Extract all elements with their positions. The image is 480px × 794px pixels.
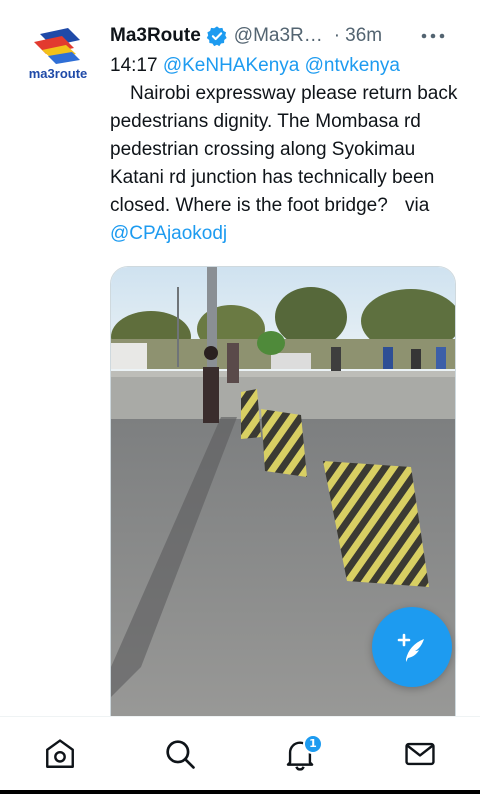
compose-feather-icon bbox=[397, 633, 424, 662]
mention-cpajaokodj[interactable]: @CPAjaokodj bbox=[110, 223, 227, 244]
author-name[interactable]: Ma3Route bbox=[110, 25, 201, 47]
mail-icon bbox=[405, 742, 435, 765]
system-bar bbox=[0, 790, 480, 794]
ma3route-logo: ma3route bbox=[29, 28, 88, 81]
separator-dot: · bbox=[333, 25, 341, 46]
timestamp[interactable]: 36m bbox=[345, 25, 382, 47]
tweet[interactable]: ma3route Ma3Route @Ma3Route · 36m 14:17 … bbox=[0, 0, 480, 716]
mention-kenha[interactable]: @KeNHAKenya bbox=[163, 55, 300, 76]
avatar[interactable]: ma3route bbox=[22, 26, 94, 86]
compose-tweet-button[interactable] bbox=[372, 607, 452, 687]
tweet-time-text: 14:17 bbox=[110, 55, 158, 76]
home-icon bbox=[46, 738, 74, 768]
nav-search[interactable] bbox=[150, 724, 210, 784]
mention-ntvkenya[interactable]: @ntvkenya bbox=[305, 55, 400, 76]
via-label: via bbox=[405, 195, 430, 216]
search-icon bbox=[166, 739, 195, 769]
more-options-icon[interactable] bbox=[420, 22, 446, 50]
verified-badge-icon bbox=[206, 25, 228, 47]
logo-text: ma3route bbox=[29, 66, 88, 81]
tweet-text: 14:17 @KeNHAKenya @ntvkenya Nairobi expr… bbox=[110, 52, 460, 248]
nav-messages[interactable] bbox=[390, 724, 450, 784]
notification-badge: 1 bbox=[303, 733, 323, 754]
tweet-header: Ma3Route @Ma3Route · 36m bbox=[110, 22, 470, 50]
nav-home[interactable] bbox=[30, 724, 90, 784]
bottom-navigation: 1 bbox=[0, 716, 480, 790]
nav-notifications[interactable]: 1 bbox=[270, 724, 330, 784]
author-handle[interactable]: @Ma3Route bbox=[234, 25, 326, 47]
